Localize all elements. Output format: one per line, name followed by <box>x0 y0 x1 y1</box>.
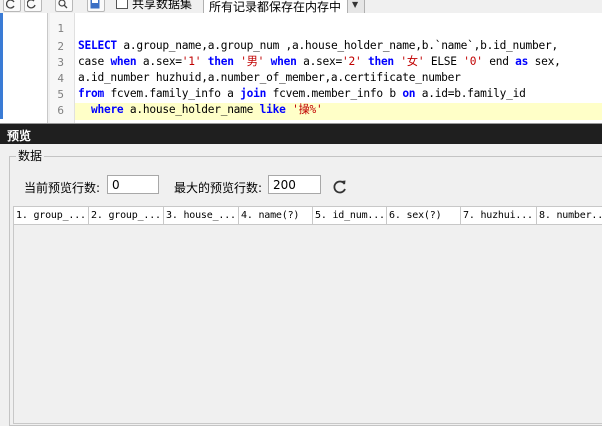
sql-keyword: SELECT <box>78 39 117 52</box>
column-header[interactable]: 8. number... <box>537 207 602 225</box>
dropdown-button[interactable]: ▼ <box>347 0 364 13</box>
column-header-label: 7. huzhui... <box>463 210 533 221</box>
sql-text: ELSE <box>424 55 464 68</box>
column-header-label: 4. name(?) <box>241 210 300 221</box>
preview-title-bar: 预览 <box>0 124 602 144</box>
sql-keyword: when <box>110 55 137 68</box>
sql-string: '男' <box>240 55 265 68</box>
max-rows-value: 200 <box>273 178 296 192</box>
sql-keyword: join <box>240 87 267 100</box>
preview-grid[interactable]: 1. group_... 2. group_... 3. house_... 4. n… <box>13 206 602 424</box>
refresh-tool-button[interactable] <box>3 0 21 12</box>
sql-text: fcvem.member_info b <box>266 87 403 100</box>
floppy-disk-icon <box>90 0 100 9</box>
find-button[interactable] <box>55 0 73 12</box>
sql-text: sex, <box>528 55 561 68</box>
sql-text: a.sex= <box>296 55 342 68</box>
preview-title: 预览 <box>7 129 32 143</box>
sql-string: '0' <box>463 55 483 68</box>
sql-keyword: when <box>270 55 297 68</box>
sql-text: a.sex= <box>136 55 182 68</box>
tree-selection-marker <box>0 13 3 119</box>
preview-panel: 预览 数据 当前预览行数: 0 最大的预览行数: 200 1. group_..… <box>0 123 602 426</box>
column-header[interactable]: 6. sex(?) <box>387 207 461 225</box>
max-rows-label: 最大的预览行数: <box>174 181 263 195</box>
line-number: 3 <box>57 56 64 69</box>
sql-text: a.house_holder_name <box>123 103 260 116</box>
code-line[interactable]: from fcvem.family_info a join fcvem.memb… <box>78 87 526 101</box>
sql-text: case <box>78 55 111 68</box>
sql-string: '1' <box>181 55 202 68</box>
undo-button[interactable] <box>24 0 42 12</box>
refresh-icon <box>6 0 15 9</box>
sql-text: end <box>482 55 516 68</box>
sql-keyword: as <box>515 55 529 68</box>
sql-keyword: then <box>367 55 394 68</box>
code-line[interactable]: case when a.sex='1' then '男' when a.sex=… <box>78 55 561 69</box>
sql-string: '操%' <box>292 103 323 116</box>
sql-text: fcvem.family_info a <box>103 87 241 100</box>
column-header[interactable]: 2. group_... <box>89 207 164 225</box>
refresh-icon <box>333 180 346 194</box>
chevron-down-icon: ▼ <box>352 0 359 9</box>
share-dataset-label: 共享数据集 <box>132 0 193 11</box>
undo-icon <box>27 0 36 9</box>
column-header-label: 2. group_... <box>91 210 161 221</box>
line-number: 6 <box>57 104 64 117</box>
line-number: 4 <box>57 72 64 85</box>
code-line[interactable]: a.id_number huzhuid,a.number_of_member,a… <box>78 71 461 85</box>
max-rows-input[interactable]: 200 <box>268 175 321 194</box>
record-mode-value: 所有记录都保存在内存中 <box>209 0 342 13</box>
line-number: 5 <box>57 88 64 101</box>
data-group-label: 数据 <box>16 147 45 164</box>
sql-text: a.id=b.family_id <box>415 87 526 100</box>
column-header-label: 3. house_... <box>166 210 236 221</box>
current-rows-input[interactable]: 0 <box>107 175 159 194</box>
object-tree-panel[interactable] <box>0 13 48 123</box>
current-rows-label: 当前预览行数: <box>24 181 101 195</box>
sql-string: '2' <box>342 55 362 68</box>
sql-keyword: on <box>402 87 416 100</box>
sql-keyword: from <box>78 87 104 100</box>
column-header[interactable]: 4. name(?) <box>239 207 313 225</box>
current-rows-value: 0 <box>112 178 120 192</box>
column-header[interactable]: 1. group_... <box>14 207 89 225</box>
column-header[interactable]: 7. huzhui... <box>461 207 537 225</box>
refresh-preview-button[interactable] <box>331 178 349 196</box>
column-header-label: 5. id_num... <box>315 210 385 221</box>
code-line[interactable]: where a.house_holder_name like '操%' <box>78 103 323 117</box>
column-header-label: 6. sex(?) <box>389 210 442 221</box>
magnifier-icon <box>58 0 68 9</box>
column-header[interactable]: 3. house_... <box>164 207 239 225</box>
sql-keyword: like <box>259 103 286 116</box>
sql-string: '女' <box>400 55 425 68</box>
column-header-label: 8. number... <box>539 210 602 221</box>
column-header[interactable]: 5. id_num... <box>313 207 387 225</box>
line-number: 1 <box>57 22 64 35</box>
sql-keyword: where <box>90 103 124 116</box>
toolbar: 共享数据集 所有记录都保存在内存中 ▼ <box>0 0 602 13</box>
sql-keyword: then <box>207 55 234 68</box>
line-number: 2 <box>57 40 64 53</box>
sql-editor[interactable]: 1 2 3 4 5 6 SELECT a.group_name,a.group_num ,… <box>50 13 602 123</box>
column-header-label: 1. group_... <box>16 210 86 221</box>
record-mode-select[interactable]: 所有记录都保存在内存中 ▼ <box>203 0 365 13</box>
save-button[interactable] <box>87 0 105 12</box>
share-dataset-checkbox[interactable] <box>116 0 128 9</box>
sql-text: a.id_number huzhuid,a.number_of_member,a… <box>78 71 461 84</box>
code-line[interactable]: SELECT a.group_name,a.group_num ,a.house… <box>78 39 558 53</box>
sql-text: a.group_name,a.group_num ,a.house_holder… <box>116 39 558 52</box>
